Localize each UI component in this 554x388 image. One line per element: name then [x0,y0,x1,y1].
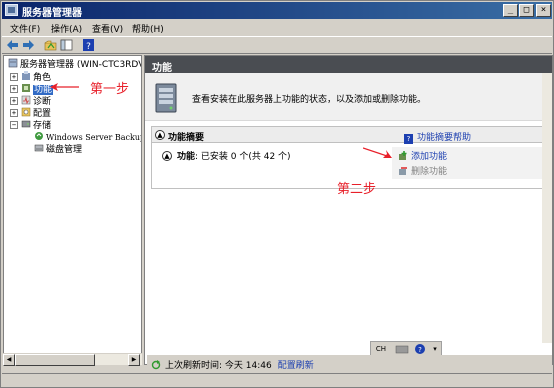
content-header: 功能 [145,56,552,74]
features-status: : 已安装 0 个(共 42 个) [195,152,291,162]
refresh-status: 上次刷新时间: 今天 14:46 配置刷新 [147,355,552,371]
expand-configuration-toggle[interactable]: + [10,109,18,117]
tree-item-configuration[interactable]: 配置 [21,107,52,119]
intro-text: 查看安装在此服务器上功能的状态，以及添加或删除功能。 [192,95,427,105]
add-features-icon [399,151,407,160]
add-features-link[interactable]: 添加功能 [398,149,447,162]
forward-arrow-icon[interactable] [22,39,35,51]
features-summary-help-link[interactable]: ? 功能摘要帮助 [404,130,471,144]
status-bar: 上次刷新时间: 今天 14:46 配置刷新 [2,353,552,373]
help-link-label: 功能摘要帮助 [417,133,472,143]
maximize-button[interactable]: □ [519,4,534,17]
features-label: 功能 [177,152,196,162]
features-content-pane: 功能 查看安装在此服务器上功能的状态，以及添加或删除功能。 ▲ 功能摘要 ? 功能… [144,55,553,365]
tree-item-windows-server-backup[interactable]: Windows Server Backup [34,131,142,142]
tree-item-diagnostics[interactable]: 诊断 [21,95,52,107]
tree-item-label: 诊断 [33,97,52,107]
backup-icon [35,132,43,140]
features-icon [22,84,30,92]
expand-roles-toggle[interactable]: + [10,73,18,81]
tree-item-roles[interactable]: 角色 [21,71,52,83]
svg-text:?: ? [86,42,91,51]
close-button[interactable]: × [536,4,551,17]
bottom-bar [2,373,552,387]
menu-view[interactable]: 查看(V) [92,22,123,35]
intro-band: 查看安装在此服务器上功能的状态，以及添加或删除功能。 [145,73,552,121]
tree-item-label: 存储 [33,121,52,131]
tree-root-server-manager[interactable]: 服务器管理器 (WIN-CTC3RDVOAM [8,58,141,70]
remove-features-icon [399,167,407,175]
last-refresh-label: 上次刷新时间: 今天 14:46 [165,361,272,371]
refresh-icon [151,360,161,370]
tree-item-label: 磁盘管理 [46,145,83,155]
diagnostics-icon [21,95,31,105]
tree-item-label: Windows Server Backup [46,133,142,142]
help-icon[interactable]: ? [82,39,95,51]
toolbar: ? [2,36,552,54]
title-bar[interactable]: 服务器管理器 _ □ × [2,2,552,19]
menu-help[interactable]: 帮助(H) [132,22,164,35]
expand-diagnostics-toggle[interactable]: + [10,97,18,105]
back-arrow-icon[interactable] [6,39,19,51]
tree-item-features[interactable]: 功能 [21,83,54,95]
minimize-button[interactable]: _ [503,4,518,17]
up-folder-icon[interactable] [44,39,57,51]
menu-file[interactable]: 文件(F) [10,22,40,35]
help-book-icon: ? [404,134,413,144]
collapse-storage-toggle[interactable]: − [10,121,18,129]
menu-bar: 文件(F) 操作(A) 查看(V) 帮助(H) [2,19,552,36]
configuration-icon [21,107,31,117]
server-illustration-icon [155,83,177,113]
server-icon [8,58,18,68]
tree-item-label: 配置 [33,109,52,119]
window-title: 服务器管理器 [22,8,82,19]
server-manager-app-icon [5,4,18,16]
configure-refresh-link[interactable]: 配置刷新 [278,361,314,371]
roles-icon [22,71,30,80]
disk-icon [34,144,44,152]
annotation-step1: 第一步 [90,82,130,97]
server-manager-window: 服务器管理器 _ □ × 文件(F) 操作(A) 查看(V) 帮助(H) ? 服… [0,0,554,388]
menu-action[interactable]: 操作(A) [51,22,82,35]
collapse-features-icon[interactable]: ▲ [162,151,172,161]
tree-item-label: 角色 [33,73,52,83]
section-title: 功能摘要 [168,133,205,143]
content-vertical-scrollbar[interactable] [542,73,552,343]
show-hide-tree-icon[interactable] [60,39,73,51]
remove-features-label: 删除功能 [411,167,448,177]
add-features-label: 添加功能 [411,152,448,162]
storage-icon [21,120,31,128]
features-count-line: 功能: 已安装 0 个(共 42 个) [177,149,291,162]
collapse-section-icon[interactable]: ▲ [155,130,165,140]
feature-actions-box: 添加功能 删除功能 [392,147,542,179]
expand-features-toggle[interactable]: + [10,85,18,93]
tree-root-label: 服务器管理器 (WIN-CTC3RDVOAM [20,60,141,70]
annotation-arrow-step1 [50,83,79,91]
annotation-arrow-step2 [363,147,392,158]
tree-item-storage[interactable]: 存储 [21,119,52,131]
tree-item-disk-management[interactable]: 磁盘管理 [34,143,83,155]
annotation-step2: 第二步 [337,182,377,197]
navigation-tree: 服务器管理器 (WIN-CTC3RDVOAM + 角色 + 功能 + 诊断 + … [3,55,142,365]
section-header: ▲ 功能摘要 ? 功能摘要帮助 [152,127,547,144]
remove-features-link[interactable]: 删除功能 [398,164,447,177]
